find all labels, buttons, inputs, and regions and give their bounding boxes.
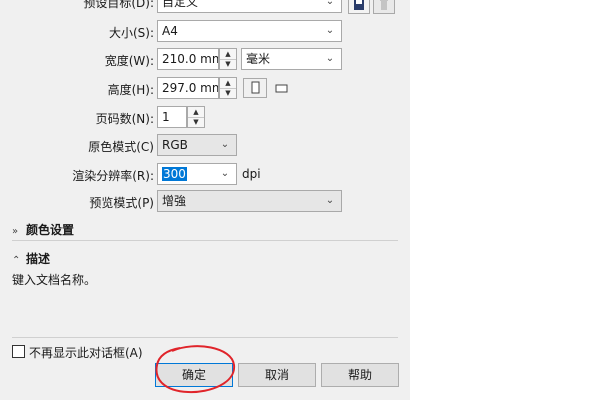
description-text: 键入文档名称。 xyxy=(12,273,97,287)
portrait-orientation-button[interactable] xyxy=(243,78,267,98)
preview-mode-select[interactable]: 增強 ⌄ xyxy=(157,190,342,212)
annotation-circle xyxy=(155,345,236,394)
height-input[interactable]: 297.0 mm xyxy=(157,77,219,99)
chevron-down-icon: ⌄ xyxy=(325,53,335,64)
trash-icon xyxy=(380,0,388,10)
resolution-unit: dpi xyxy=(242,167,261,181)
resolution-combobox[interactable]: 300 ⌄ xyxy=(157,163,237,185)
width-label: 宽度(W): xyxy=(104,54,154,68)
color-settings-title: 颜色设置 xyxy=(26,223,75,237)
chevron-down-icon: ⌄ xyxy=(220,139,230,150)
delete-preset-button[interactable] xyxy=(373,0,395,14)
chevron-down-icon: ⌄ xyxy=(325,195,335,206)
pages-input[interactable]: 1 xyxy=(157,106,187,128)
preset-label: 预设目标(D): xyxy=(83,0,154,10)
pages-label: 页码数(N): xyxy=(95,112,154,126)
section-divider xyxy=(12,240,398,241)
width-input[interactable]: 210.0 mm xyxy=(157,48,219,70)
unit-select-value: 毫米 xyxy=(246,52,271,66)
preview-mode-value: 增強 xyxy=(162,194,187,208)
width-stepper[interactable]: ▲ ▼ xyxy=(219,48,237,70)
pages-stepper[interactable]: ▲ ▼ xyxy=(187,106,205,128)
resolution-label: 渲染分辨率(R): xyxy=(72,169,154,183)
dont-show-checkbox[interactable] xyxy=(12,345,25,358)
stepper-down-icon[interactable]: ▼ xyxy=(188,117,204,127)
preset-select[interactable]: 自定义 ⌄ xyxy=(157,0,342,13)
dont-show-label: 不再显示此对话框(A) xyxy=(29,346,143,360)
description-header[interactable]: ⌃ 描述 xyxy=(12,250,50,267)
landscape-orientation-button[interactable] xyxy=(273,80,291,96)
background-area xyxy=(410,0,600,400)
new-document-dialog: 预设目标(D): 自定义 ⌄ 大小(S): A4 ⌄ 宽度(W): 210.0 … xyxy=(0,0,410,400)
unit-select[interactable]: 毫米 ⌄ xyxy=(241,48,342,70)
footer-divider xyxy=(12,337,398,338)
cancel-button[interactable]: 取消 xyxy=(238,363,316,387)
collapse-chevron-icon: ⌃ xyxy=(12,255,21,266)
stepper-down-icon[interactable]: ▼ xyxy=(220,88,236,98)
height-stepper[interactable]: ▲ ▼ xyxy=(219,77,237,99)
size-select-value: A4 xyxy=(162,24,178,38)
color-mode-value: RGB xyxy=(162,138,188,152)
color-settings-header[interactable]: » 颜色设置 xyxy=(12,221,74,238)
preview-mode-label: 预览模式(P) xyxy=(89,196,154,210)
expand-chevron-icon: » xyxy=(12,226,19,237)
portrait-icon xyxy=(251,81,260,94)
chevron-down-icon: ⌄ xyxy=(220,168,230,179)
description-title: 描述 xyxy=(26,252,51,266)
size-label: 大小(S): xyxy=(108,26,154,40)
landscape-icon xyxy=(275,84,288,93)
height-label: 高度(H): xyxy=(107,83,154,97)
size-select[interactable]: A4 ⌄ xyxy=(157,20,342,42)
preset-select-value: 自定义 xyxy=(162,0,199,9)
stepper-down-icon[interactable]: ▼ xyxy=(220,59,236,69)
color-mode-label: 原色模式(C) xyxy=(88,140,154,154)
chevron-down-icon: ⌄ xyxy=(325,25,335,36)
screenshot-root: 预设目标(D): 自定义 ⌄ 大小(S): A4 ⌄ 宽度(W): 210.0 … xyxy=(0,0,600,400)
save-preset-button[interactable] xyxy=(348,0,370,14)
save-icon xyxy=(354,0,364,10)
color-mode-select[interactable]: RGB ⌄ xyxy=(157,134,237,156)
chevron-down-icon: ⌄ xyxy=(325,0,335,7)
resolution-value[interactable]: 300 xyxy=(162,167,187,181)
help-button[interactable]: 帮助 xyxy=(321,363,399,387)
